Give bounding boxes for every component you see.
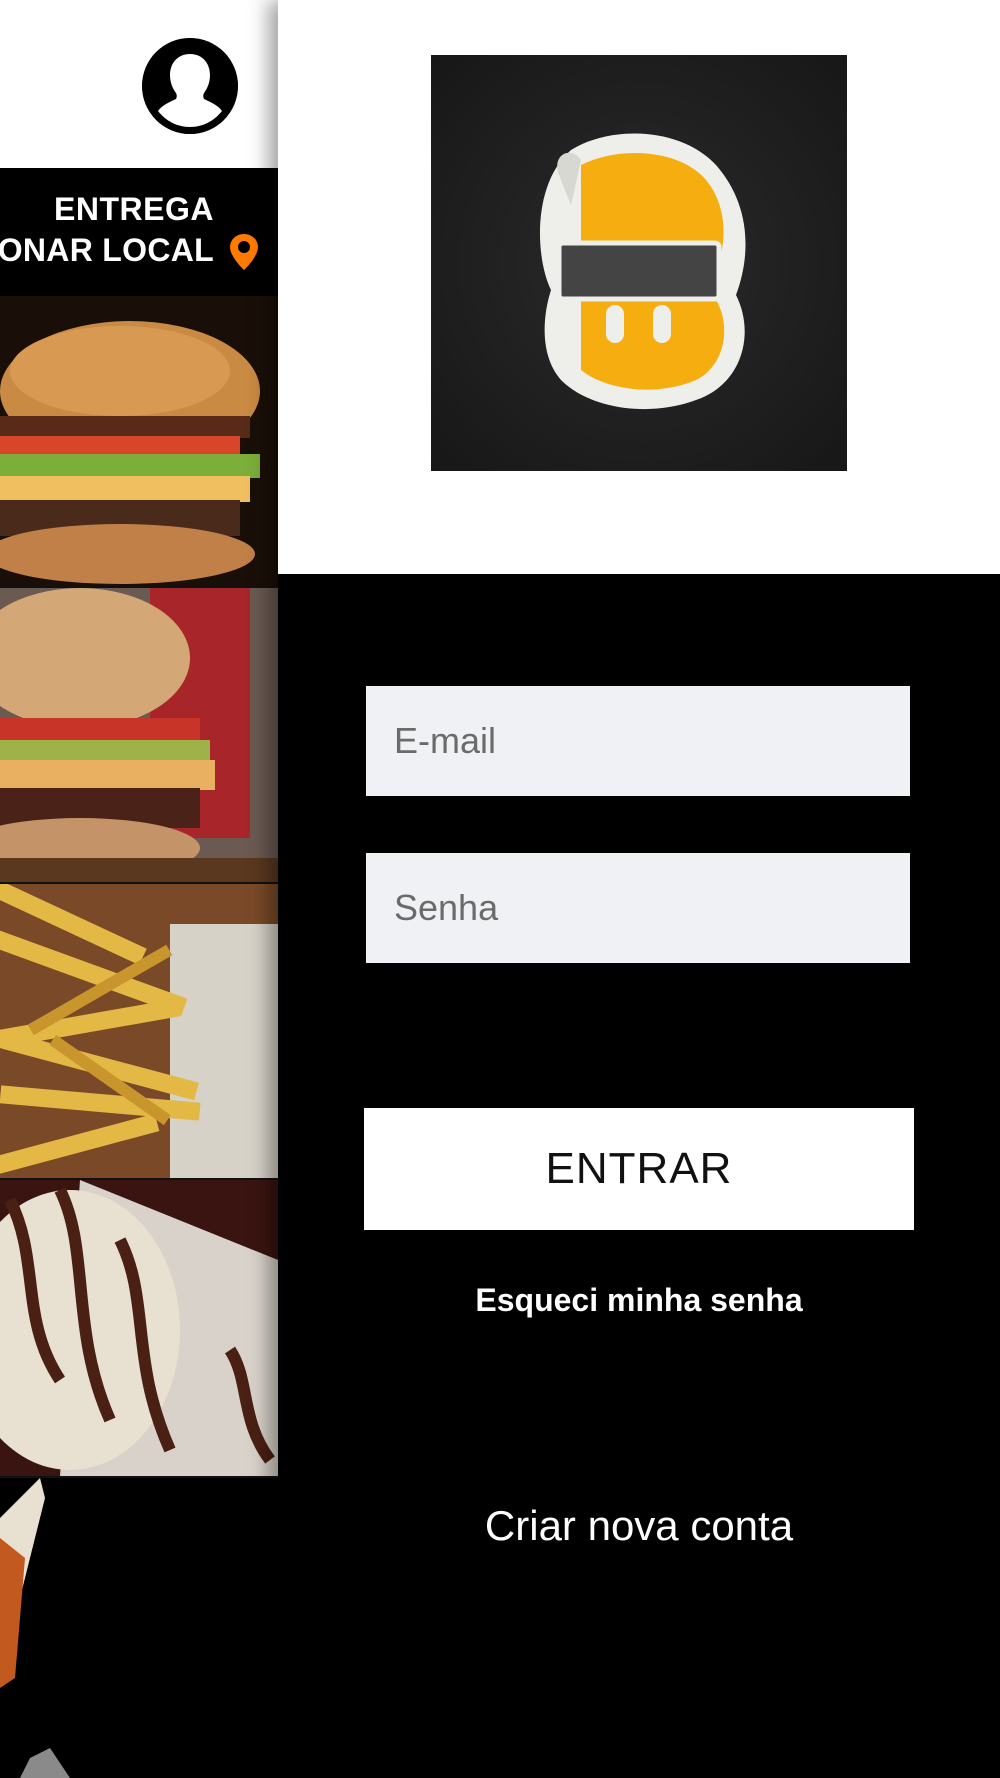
side-menu-header: [0, 0, 278, 168]
delivery-location-label: ONAR LOCAL: [0, 232, 214, 268]
user-silhouette-icon[interactable]: [142, 38, 238, 134]
password-field[interactable]: [366, 853, 910, 963]
food-tile-ice-cream[interactable]: [0, 1180, 278, 1476]
side-menu: ENTREGA ONAR LOCAL: [0, 0, 278, 1778]
email-field[interactable]: [366, 686, 910, 796]
app-screen: ENTREGA ONAR LOCAL E-mail ENTRAR Esqueci…: [0, 0, 1000, 1778]
food-tile-drink[interactable]: [0, 1478, 278, 1778]
create-account-link[interactable]: Criar nova conta: [278, 1502, 1000, 1550]
login-panel: ENTRAR Esqueci minha senha Criar nova co…: [278, 0, 1000, 1778]
food-tile-fries[interactable]: [0, 884, 278, 1178]
food-tile-burger[interactable]: [0, 296, 278, 586]
delivery-title: ENTREGA: [54, 191, 214, 227]
forgot-password-link[interactable]: Esqueci minha senha: [278, 1282, 1000, 1319]
food-tile-burger-soda[interactable]: [0, 588, 278, 882]
login-button[interactable]: ENTRAR: [364, 1108, 914, 1230]
logo-area: [278, 0, 1000, 574]
brand-logo-icon: [431, 55, 847, 471]
map-pin-icon[interactable]: [226, 232, 262, 272]
